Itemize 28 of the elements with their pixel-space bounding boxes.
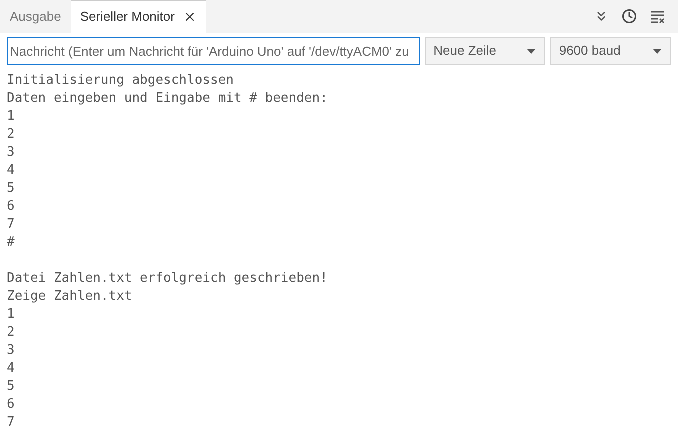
output-line: 6 [7,396,15,414]
output-line: 1 [7,306,15,324]
dropdown-caret-icon [653,48,662,54]
output-line: Initialisierung abgeschlossen [7,72,234,90]
output-line: 5 [7,378,15,396]
output-line: 1 [7,108,15,126]
output-line: 2 [7,324,15,342]
output-line: 3 [7,342,15,360]
tab[interactable]: Ausgabe [0,0,72,33]
output-line: Daten eingeben und Eingabe mit # beenden: [7,90,328,108]
clear-output-icon[interactable] [650,10,666,24]
output-line: 7 [7,414,15,432]
output-line: 7 [7,216,15,234]
output-line: # [7,234,15,252]
output-line: Zeige Zahlen.txt [7,288,132,306]
baud-rate-select[interactable]: 9600 baud [550,37,672,65]
output-line: 4 [7,360,15,378]
tab[interactable]: Serieller Monitor [71,0,206,33]
clock-icon[interactable] [622,9,637,24]
output-line: 4 [7,162,15,180]
output-line: Datei Zahlen.txt erfolgreich geschrieben! [7,270,328,288]
line-ending-select[interactable]: Neue Zeile [424,37,546,65]
output-line: 3 [7,144,15,162]
output-line: 5 [7,180,15,198]
output-line: 6 [7,198,15,216]
output-line: 2 [7,126,15,144]
dropdown-caret-icon [527,48,536,54]
message-field[interactable]: Nachricht (Enter um Nachricht für 'Arduino Uno' auf '/dev/ttyACM0' zu [7,37,420,65]
